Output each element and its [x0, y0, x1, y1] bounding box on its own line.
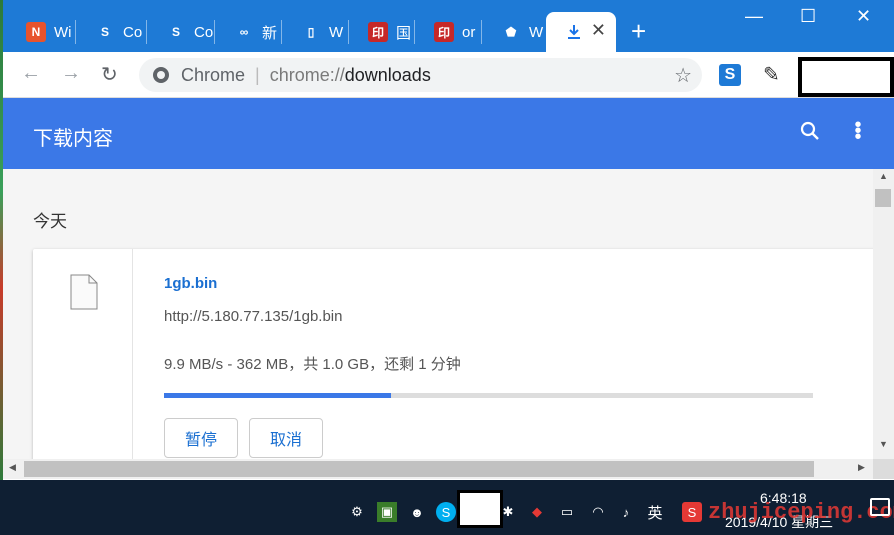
back-button[interactable]: ← — [21, 62, 41, 85]
tab-label: 国 — [396, 24, 412, 42]
minimize-button[interactable]: — — [745, 6, 763, 27]
tab-downloads[interactable]: ✕ — [546, 12, 616, 52]
tab-separator — [214, 20, 215, 44]
notification-icon[interactable] — [870, 498, 890, 516]
redacted-box — [798, 57, 894, 97]
qq-icon[interactable]: ☻ — [407, 502, 427, 522]
browser-tab[interactable]: 印 or — [416, 12, 482, 52]
scroll-corner — [873, 459, 894, 479]
date-heading: 今天 — [33, 212, 67, 231]
cancel-button[interactable]: 取消 — [249, 418, 323, 458]
progress-bar — [164, 393, 813, 398]
eyedropper-icon[interactable]: ✎ — [763, 62, 780, 87]
skype-icon[interactable]: S — [436, 502, 456, 522]
tab-favicon-icon: ⬟ — [501, 22, 521, 42]
download-item: 1gb.bin http://5.180.77.135/1gb.bin 9.9 … — [33, 249, 873, 459]
redacted-box — [457, 490, 503, 528]
scroll-thumb[interactable] — [875, 189, 891, 207]
tab-favicon-icon: 印 — [434, 22, 454, 42]
browser-tab[interactable]: ▯ W — [283, 12, 349, 52]
watermark-text: zhujiceping.com — [708, 500, 894, 525]
search-icon[interactable] — [799, 120, 821, 142]
tab-favicon-icon: 印 — [368, 22, 388, 42]
tab-favicon-icon: S — [95, 22, 115, 42]
scroll-up-icon[interactable]: ▲ — [879, 171, 888, 181]
tab-favicon-icon: ∞ — [234, 22, 254, 42]
bluetooth-icon[interactable]: ✱ — [498, 502, 518, 522]
horizontal-scrollbar[interactable]: ◀ ▶ — [3, 459, 873, 479]
page-title: 下载内容 — [33, 128, 113, 150]
file-name-link[interactable]: 1gb.bin — [164, 275, 217, 292]
nvidia-icon[interactable]: ▣ — [377, 502, 397, 522]
bookmark-star-icon[interactable]: ☆ — [674, 63, 692, 88]
separator: | — [255, 64, 260, 85]
url-host: downloads — [344, 64, 431, 85]
new-tab-button[interactable]: + — [631, 18, 646, 44]
browser-tab[interactable]: S Co — [148, 12, 214, 52]
tab-separator — [146, 20, 147, 44]
tab-label: W — [529, 23, 544, 41]
tab-label: Co — [123, 23, 143, 41]
close-tab-icon[interactable]: ✕ — [591, 20, 606, 41]
file-icon — [70, 274, 98, 310]
downloads-header: 下载内容 • • • — [3, 98, 894, 169]
app-tray-icon[interactable]: ◆ — [527, 502, 547, 522]
chrome-page-icon — [153, 67, 169, 83]
pause-button[interactable]: 暂停 — [164, 418, 238, 458]
wifi-icon[interactable]: ◠ — [588, 502, 608, 522]
file-url[interactable]: http://5.180.77.135/1gb.bin — [164, 308, 342, 325]
tab-favicon-icon: S — [166, 22, 186, 42]
tab-strip: ⬟ W 印 or 印国 ▯ W ∞ 新 S Co S Co N Wi ✕ + — ☐ ✕ — [3, 0, 894, 52]
more-menu-icon[interactable]: • • • — [851, 115, 865, 147]
toolbar: ← → ↻ Chrome | chrome:// downloads ☆ S ✎ — [3, 52, 894, 98]
tab-label: or — [462, 23, 476, 41]
browser-tab[interactable]: S Co — [77, 12, 143, 52]
browser-tab[interactable]: N Wi — [8, 12, 74, 52]
tab-label: Wi — [54, 23, 72, 41]
download-icon — [564, 22, 584, 42]
tab-favicon-icon: ▯ — [301, 22, 321, 42]
vertical-scrollbar[interactable]: ▲ ▼ — [873, 169, 894, 459]
maximize-button[interactable]: ☐ — [800, 6, 816, 27]
scroll-left-icon[interactable]: ◀ — [9, 462, 16, 473]
progress-fill — [164, 393, 392, 398]
tab-separator — [75, 20, 76, 44]
scroll-down-icon[interactable]: ▼ — [879, 439, 888, 449]
extension-s-icon[interactable]: S — [719, 64, 741, 86]
browser-window: ⬟ W 印 or 印国 ▯ W ∞ 新 S Co S Co N Wi ✕ + — ☐ ✕ ← → ↻ Chr… — [3, 0, 894, 480]
battery-icon[interactable]: ▭ — [557, 502, 577, 522]
tab-favicon-icon: N — [26, 22, 46, 42]
url-scheme: chrome:// — [269, 64, 345, 85]
tab-label: W — [329, 23, 344, 41]
ime-indicator[interactable]: 英 — [645, 502, 665, 522]
forward-button[interactable]: → — [61, 62, 81, 85]
tab-label: Co — [194, 23, 214, 41]
close-window-button[interactable]: ✕ — [856, 6, 871, 27]
taskbar: ⚙ ▣ ☻ S ✱ ◆ ▭ ◠ ♪ 英 S 6:48:18 2019/4/10 … — [0, 480, 894, 535]
address-bar[interactable]: Chrome | chrome:// downloads ☆ — [139, 58, 702, 92]
file-icon-column — [33, 249, 133, 459]
sogou-icon[interactable]: S — [682, 502, 702, 522]
tab-label: 新 — [262, 24, 278, 42]
browser-tab[interactable]: 印国 — [350, 12, 416, 52]
download-status: 9.9 MB/s - 362 MB，共 1.0 GB，还剩 1 分钟 — [164, 356, 461, 373]
browser-tab[interactable]: ∞ 新 — [216, 12, 282, 52]
hscroll-thumb[interactable] — [24, 461, 814, 477]
volume-icon[interactable]: ♪ — [616, 502, 636, 522]
scroll-right-icon[interactable]: ▶ — [858, 462, 865, 473]
downloads-list: 今天 1gb.bin http://5.180.77.135/1gb.bin 9… — [3, 169, 873, 459]
network-sync-icon[interactable]: ⚙ — [347, 502, 367, 522]
browser-tab[interactable]: ⬟ W — [483, 12, 549, 52]
chrome-chip: Chrome — [181, 64, 246, 85]
reload-button[interactable]: ↻ — [101, 62, 118, 87]
